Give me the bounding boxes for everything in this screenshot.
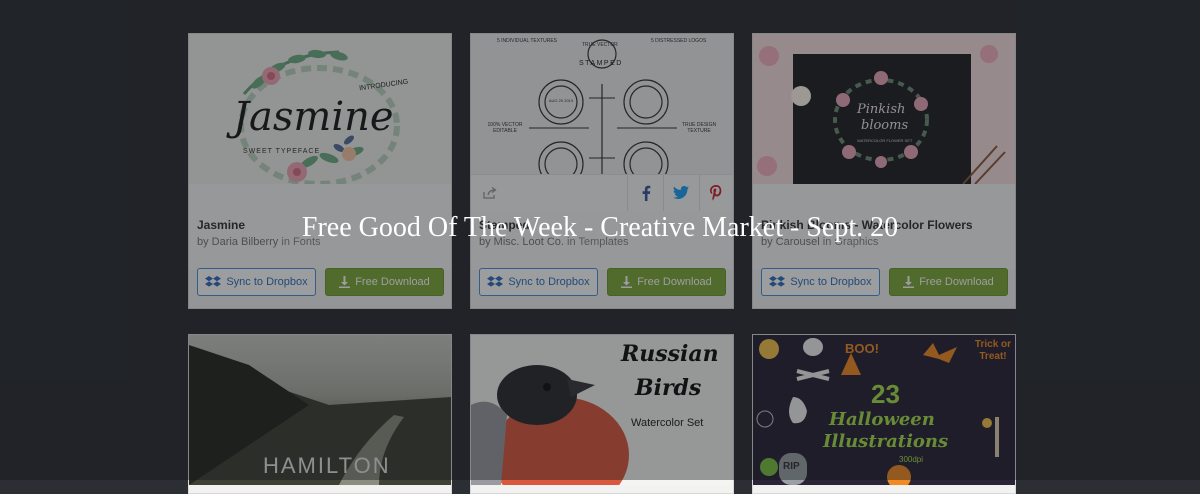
page-title: Free Good Of The Week - Creative Market … [301, 212, 899, 243]
